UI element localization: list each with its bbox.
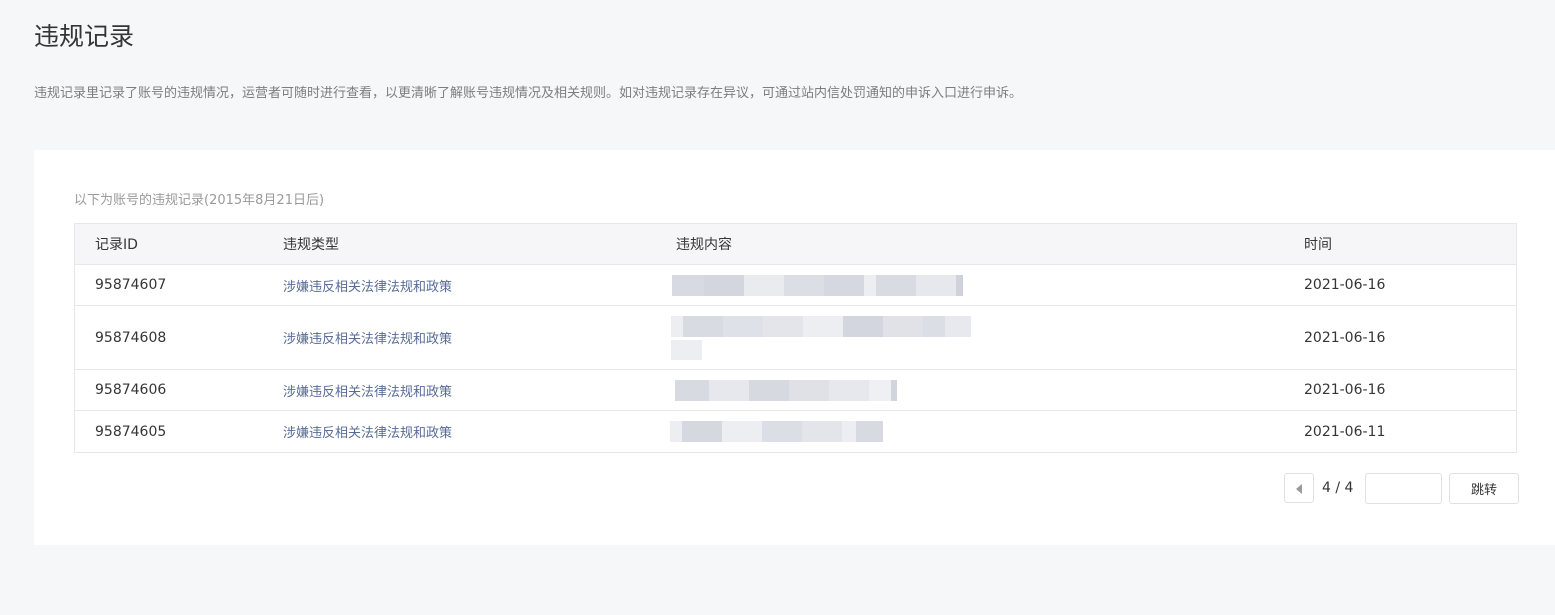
violation-content-redacted <box>671 305 1304 370</box>
record-id: 95874606 <box>75 369 283 411</box>
record-time: 2021-06-16 <box>1304 305 1516 370</box>
record-id: 95874608 <box>75 305 283 370</box>
record-id: 95874607 <box>75 264 283 306</box>
page-description: 违规记录里记录了账号的违规情况，运营者可随时进行查看，以更清晰了解账号违规情况及… <box>34 86 1023 101</box>
violation-content-redacted <box>675 369 1304 411</box>
table-caption: 以下为账号的违规记录(2015年8月21日后) <box>74 193 325 208</box>
violation-type: 涉嫌违反相关法律法规和政策 <box>283 426 453 441</box>
header-violation-content: 违规内容 <box>676 224 1304 265</box>
prev-page-button[interactable] <box>1284 473 1314 503</box>
violation-content-redacted <box>672 264 1304 306</box>
violation-content-redacted <box>670 411 1304 453</box>
header-record-id: 记录ID <box>75 224 283 265</box>
table-row: 95874608 涉嫌违反相关法律法规和政策 2021-06-16 <box>75 305 1516 370</box>
violation-table: 记录ID 违规类型 违规内容 时间 95874607 涉嫌违反相关法律法规和政策 <box>74 223 1517 453</box>
jump-button[interactable]: 跳转 <box>1449 473 1519 504</box>
page-jump-input[interactable] <box>1365 473 1442 504</box>
table-header-row: 记录ID 违规类型 违规内容 时间 <box>75 224 1516 265</box>
violation-type: 涉嫌违反相关法律法规和政策 <box>283 369 676 411</box>
triangle-left-icon <box>1296 484 1302 494</box>
header-time: 时间 <box>1304 224 1516 265</box>
violation-type: 涉嫌违反相关法律法规和政策 <box>283 264 676 306</box>
header-violation-type: 违规类型 <box>283 224 676 265</box>
table-row: 95874607 涉嫌违反相关法律法规和政策 2021-06-16 <box>75 264 1516 306</box>
record-time: 2021-06-16 <box>1304 264 1516 306</box>
page-title: 违规记录 <box>34 22 135 51</box>
record-time: 2021-06-11 <box>1304 423 1386 440</box>
record-id: 95874605 <box>95 423 167 440</box>
violation-type: 涉嫌违反相关法律法规和政策 <box>283 305 676 370</box>
table-row: 95874605 涉嫌违反相关法律法规和政策 2021-06-11 <box>75 411 1516 453</box>
record-time: 2021-06-16 <box>1304 369 1516 411</box>
table-row: 95874606 涉嫌违反相关法律法规和政策 2021-06-16 <box>75 369 1516 411</box>
records-card: 以下为账号的违规记录(2015年8月21日后) 记录ID 违规类型 违规内容 时… <box>34 150 1555 545</box>
page-indicator: 4 / 4 <box>1322 480 1354 496</box>
